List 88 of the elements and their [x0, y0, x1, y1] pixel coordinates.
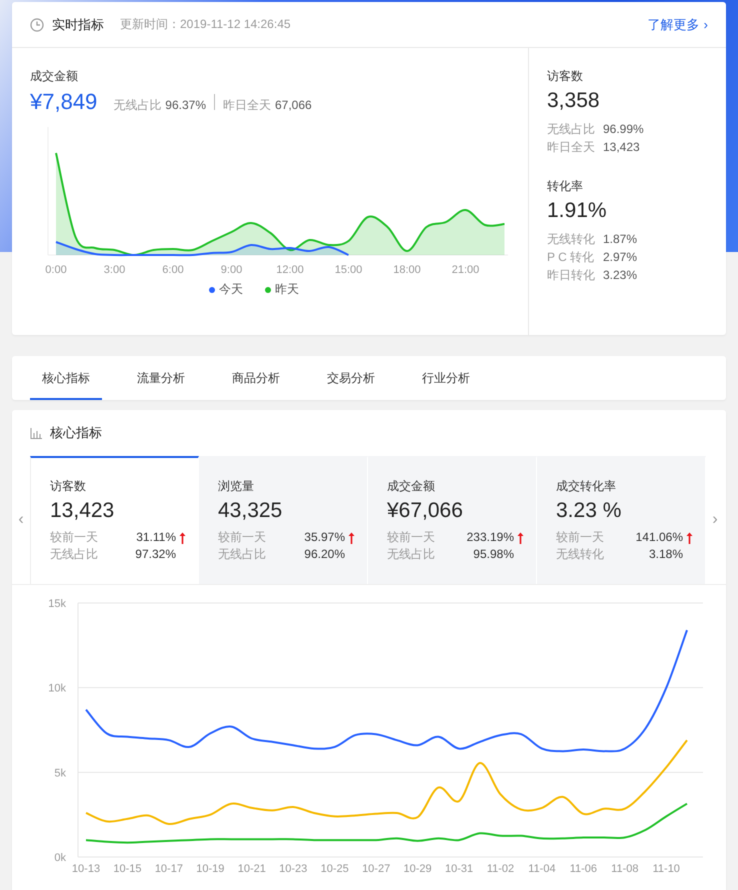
metric-card[interactable]: 浏览量 43,325 较前一天 35.97% 无线占比 96.20% — [199, 456, 368, 584]
stat-value: 3.23% — [603, 268, 638, 282]
axis-label: 11-06 — [570, 863, 598, 875]
axis-label: 10-13 — [72, 863, 100, 875]
stat-value: 13,423 — [603, 140, 640, 154]
axis-label: 10-31 — [444, 863, 474, 875]
stat-label: 无线占比 — [547, 121, 596, 138]
tab[interactable]: 行业分析 — [410, 356, 482, 400]
tab[interactable]: 商品分析 — [220, 356, 292, 400]
axis-label: 15:00 — [334, 264, 362, 276]
stat-value: 2.97% — [603, 250, 638, 264]
axis-label: 5k — [54, 767, 66, 780]
metric-card[interactable]: 成交金额 ¥67,066 较前一天 233.19% 无线占比 95.98% — [368, 456, 537, 584]
stat-value: 96.99% — [603, 122, 644, 136]
stat-value: 233.19% — [466, 529, 514, 546]
axis-label: 6:00 — [162, 264, 184, 276]
axis-label: 9:00 — [220, 264, 242, 276]
learn-more-link[interactable]: 了解更多 › — [648, 16, 708, 34]
stat-label: 较前一天 — [50, 529, 99, 546]
bar-chart-icon — [30, 428, 42, 438]
metric-value: 1.91% — [547, 199, 608, 223]
update-time: 更新时间：2019-11-12 14:26:45 — [120, 16, 291, 33]
stat-label: 昨日全天 — [223, 97, 271, 114]
stat-label: 较前一天 — [556, 529, 605, 546]
metric-value: 3.23 % — [556, 499, 622, 523]
axis-label: 10-21 — [238, 863, 266, 875]
stat-label: 无线占比 — [387, 546, 436, 563]
metric-label: 浏览量 — [218, 478, 255, 495]
metric-value: 13,423 — [50, 499, 116, 523]
stat-value: 67,066 — [275, 98, 312, 112]
stat-label: 无线转化 — [547, 231, 596, 248]
axis-label: 21:00 — [452, 264, 480, 276]
metric-label: 成交金额 — [387, 478, 436, 495]
axis-label: 10-29 — [404, 863, 432, 875]
metric-card[interactable]: 访客数 13,423 较前一天 31.11% 无线占比 97.32% — [30, 456, 199, 584]
stat-value: 35.97% — [304, 529, 345, 546]
metric-value: 43,325 — [218, 499, 284, 523]
metric-value: ¥67,066 — [387, 499, 464, 523]
stat-value: 97.32% — [135, 546, 176, 563]
stat-value: 96.37% — [165, 98, 206, 112]
clock-icon — [30, 18, 44, 32]
tab[interactable]: 交易分析 — [315, 356, 387, 400]
axis-label: 11-08 — [611, 863, 638, 875]
axis-label: 10k — [48, 682, 66, 695]
legend-label: 今天 — [219, 281, 243, 298]
stat-label: 较前一天 — [218, 529, 267, 546]
axis-label: 0k — [54, 852, 66, 864]
stat-value: 96.20% — [304, 546, 345, 563]
stat-value: 1.87% — [603, 232, 638, 246]
stat-label: 无线转化 — [556, 546, 605, 563]
metric-label: 转化率 — [547, 178, 584, 195]
stat-label: 较前一天 — [387, 529, 436, 546]
axis-label: 10-25 — [320, 863, 349, 875]
axis-label: 11-02 — [486, 863, 514, 875]
metric-label: 成交转化率 — [556, 478, 617, 495]
card-title: 实时指标 — [52, 16, 104, 34]
axis-label: 15k — [48, 598, 66, 610]
stat-value: 141.06% — [636, 529, 683, 546]
axis-label: 12:00 — [276, 264, 304, 276]
tab[interactable]: 核心指标 — [30, 356, 102, 400]
stat-value: 95.98% — [473, 546, 514, 563]
stat-label: 昨日转化 — [547, 267, 596, 284]
stat-label: 无线占比 — [218, 546, 267, 563]
axis-label: 10-27 — [362, 863, 390, 875]
axis-label: 3:00 — [104, 264, 126, 276]
axis-label: 10-15 — [113, 863, 142, 875]
stat-label: 无线占比 — [50, 546, 99, 563]
stat-value: 3.18% — [648, 546, 683, 563]
metric-value: 3,358 — [547, 89, 601, 113]
metric-label: 访客数 — [547, 68, 584, 85]
axis-label: 10-19 — [196, 863, 224, 875]
metric-label: 成交金额 — [30, 68, 79, 85]
stat-label: P C 转化 — [547, 249, 596, 266]
tab[interactable]: 流量分析 — [125, 356, 197, 400]
axis-label: 18:00 — [393, 264, 421, 276]
stat-label: 无线占比 — [113, 97, 162, 114]
axis-label: 11-04 — [528, 863, 556, 875]
metric-label: 访客数 — [50, 478, 87, 495]
axis-label: 10-23 — [279, 863, 308, 875]
metric-card[interactable]: 成交转化率 3.23 % 较前一天 141.06% 无线转化 3.18% — [537, 456, 706, 584]
stat-value: 31.11% — [136, 529, 176, 546]
stat-label: 昨日全天 — [547, 139, 596, 156]
card-title: 核心指标 — [50, 424, 102, 442]
axis-label: 0:00 — [45, 264, 67, 276]
amount-value: ¥7,849 — [30, 89, 98, 115]
legend-label: 昨天 — [275, 281, 299, 298]
axis-label: 11-10 — [652, 863, 680, 875]
axis-label: 10-17 — [154, 863, 183, 875]
